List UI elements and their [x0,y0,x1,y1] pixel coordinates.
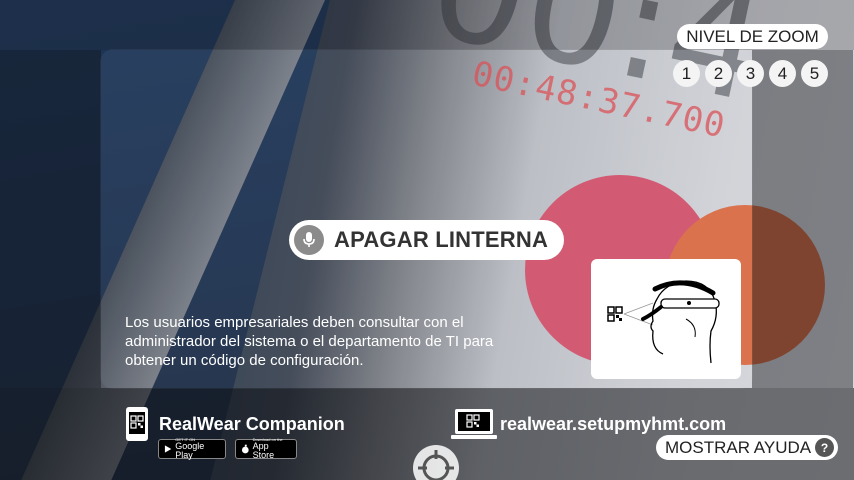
show-help-button[interactable]: MOSTRAR AYUDA ? [656,435,838,460]
flashlight-off-button[interactable]: APAGAR LINTERNA [289,220,564,260]
voice-command-label: APAGAR LINTERNA [334,227,549,252]
apple-icon [241,444,249,454]
phone-qr-icon [126,407,148,441]
zoom-level-3-button[interactable]: 3 [737,60,764,87]
google-play-badge[interactable]: GET IT ON Google Play [158,438,226,460]
help-question-icon: ? [815,438,834,457]
zoom-level-1-button[interactable]: 1 [673,60,700,87]
zoom-level-4-button[interactable]: 4 [769,60,796,87]
laptop-qr-icon [451,409,497,439]
show-help-label: MOSTRAR AYUDA [665,437,812,457]
zoom-level-2-button[interactable]: 2 [705,60,732,87]
qr-code-icon [607,306,623,322]
setup-url: realwear.setupmyhmt.com [500,414,727,434]
zoom-level-label: NIVEL DE ZOOM [677,24,828,49]
configuration-info-text: Los usuarios empresariales deben consult… [125,314,494,369]
zoom-level-selector: 1 2 3 4 5 [673,60,828,87]
google-play-icon [164,445,172,453]
crosshair-icon [413,445,459,480]
headset-qr-illustration [591,259,741,379]
background-dim-right [752,50,853,388]
app-store-badge[interactable]: Download on the App Store [235,438,297,460]
background-dim-left [0,50,101,388]
microphone-icon [294,225,324,255]
companion-app-name: RealWear Companion [159,414,345,434]
zoom-level-5-button[interactable]: 5 [801,60,828,87]
